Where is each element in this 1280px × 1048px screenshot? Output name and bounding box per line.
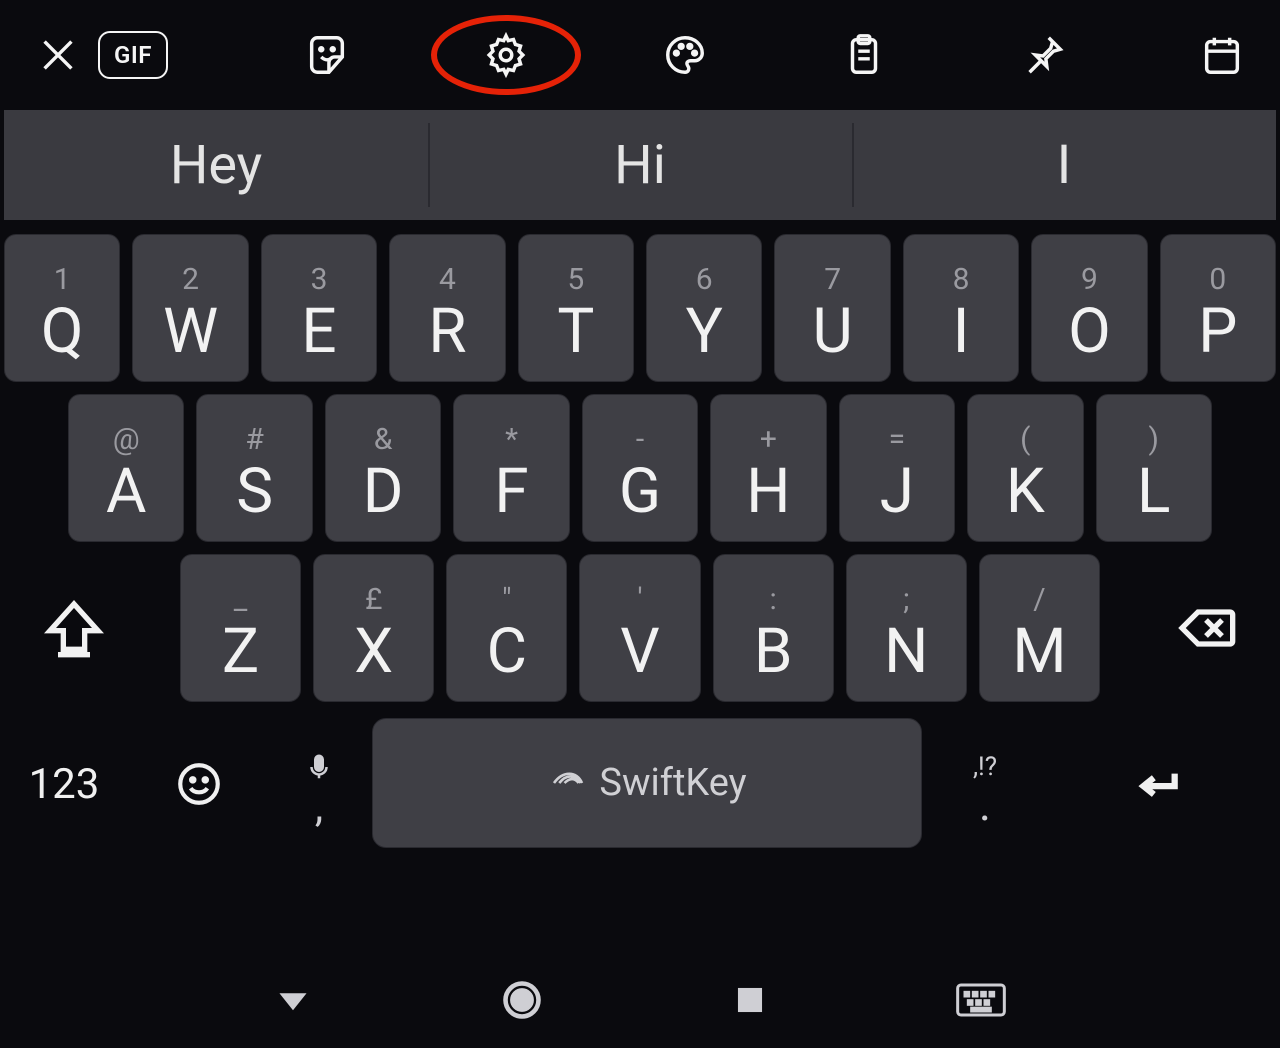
- pin-button[interactable]: [1013, 25, 1073, 85]
- key-b[interactable]: :B: [713, 554, 834, 702]
- swiftkey-logo-icon: [547, 762, 589, 804]
- shift-icon: [42, 596, 106, 660]
- android-navbar: [0, 952, 1280, 1048]
- key-q[interactable]: 1Q: [4, 234, 120, 382]
- key-row-3: _Z £X "C 'V :B ;N /M: [4, 554, 1276, 702]
- key-w[interactable]: 2W: [132, 234, 248, 382]
- circle-icon: [500, 978, 544, 1022]
- key-row-1: 1Q 2W 3E 4R 5T 6Y 7U 8I 9O 0P: [4, 234, 1276, 382]
- key-z[interactable]: _Z: [180, 554, 301, 702]
- key-m[interactable]: /M: [979, 554, 1100, 702]
- gif-button[interactable]: GIF: [88, 25, 178, 85]
- settings-button[interactable]: [476, 25, 536, 85]
- key-r[interactable]: 4R: [389, 234, 505, 382]
- close-icon: [35, 32, 81, 78]
- comma-mic-key[interactable]: ,: [274, 714, 364, 854]
- close-button[interactable]: [28, 25, 88, 85]
- keyboard: 1Q 2W 3E 4R 5T 6Y 7U 8I 9O 0P @A #S &D *…: [0, 220, 1280, 858]
- triangle-down-icon: [275, 982, 311, 1018]
- key-l[interactable]: )L: [1096, 394, 1212, 542]
- key-row-4: 123 , SwiftKey ,!? .: [4, 714, 1276, 854]
- key-h[interactable]: +H: [710, 394, 826, 542]
- key-f[interactable]: *F: [453, 394, 569, 542]
- key-k[interactable]: (K: [967, 394, 1083, 542]
- suggestion-2[interactable]: I: [852, 110, 1276, 220]
- enter-icon: [1128, 759, 1188, 809]
- suggestion-0[interactable]: Hey: [4, 110, 428, 220]
- key-o[interactable]: 9O: [1031, 234, 1147, 382]
- sticker-icon: [304, 32, 350, 78]
- key-d[interactable]: &D: [325, 394, 441, 542]
- mode-switch-key[interactable]: 123: [4, 714, 124, 854]
- themes-button[interactable]: [655, 25, 715, 85]
- key-c[interactable]: "C: [446, 554, 567, 702]
- clipboard-button[interactable]: [834, 25, 894, 85]
- calendar-icon: [1199, 32, 1245, 78]
- punct-hint: ,!?: [973, 752, 997, 782]
- square-icon: [733, 983, 767, 1017]
- shift-key[interactable]: [4, 554, 144, 702]
- key-a[interactable]: @A: [68, 394, 184, 542]
- key-p[interactable]: 0P: [1160, 234, 1276, 382]
- spacebar-label: SwiftKey: [599, 761, 746, 805]
- nav-recent[interactable]: [733, 983, 767, 1017]
- key-e[interactable]: 3E: [261, 234, 377, 382]
- spacebar[interactable]: SwiftKey: [372, 718, 922, 848]
- backspace-key[interactable]: [1136, 554, 1276, 702]
- punct-main: .: [979, 794, 991, 817]
- backspace-icon: [1174, 596, 1238, 660]
- emoji-key[interactable]: [124, 714, 274, 854]
- key-j[interactable]: =J: [839, 394, 955, 542]
- microphone-icon: [304, 752, 334, 782]
- calendar-button[interactable]: [1192, 25, 1252, 85]
- palette-icon: [662, 32, 708, 78]
- period-key[interactable]: ,!? .: [930, 714, 1040, 854]
- pushpin-icon: [1020, 32, 1066, 78]
- key-s[interactable]: #S: [196, 394, 312, 542]
- nav-keyboard-switcher[interactable]: [956, 982, 1006, 1018]
- key-i[interactable]: 8I: [903, 234, 1019, 382]
- key-v[interactable]: 'V: [579, 554, 700, 702]
- nav-home[interactable]: [500, 978, 544, 1022]
- key-y[interactable]: 6Y: [646, 234, 762, 382]
- keyboard-icon: [956, 982, 1006, 1018]
- comma-label: ,: [315, 800, 323, 817]
- key-u[interactable]: 7U: [774, 234, 890, 382]
- suggestion-bar: Hey Hi I: [4, 110, 1276, 220]
- keyboard-toolbar: GIF: [0, 0, 1280, 110]
- nav-back[interactable]: [275, 982, 311, 1018]
- smiley-icon: [174, 759, 224, 809]
- stickers-button[interactable]: [297, 25, 357, 85]
- key-row-2: @A #S &D *F -G +H =J (K )L: [4, 394, 1276, 542]
- suggestion-1[interactable]: Hi: [428, 110, 852, 220]
- key-n[interactable]: ;N: [846, 554, 967, 702]
- key-x[interactable]: £X: [313, 554, 434, 702]
- gear-icon: [483, 32, 529, 78]
- clipboard-icon: [841, 32, 887, 78]
- key-g[interactable]: -G: [582, 394, 698, 542]
- enter-key[interactable]: [1040, 714, 1276, 854]
- key-t[interactable]: 5T: [518, 234, 634, 382]
- gif-chip: GIF: [98, 31, 168, 79]
